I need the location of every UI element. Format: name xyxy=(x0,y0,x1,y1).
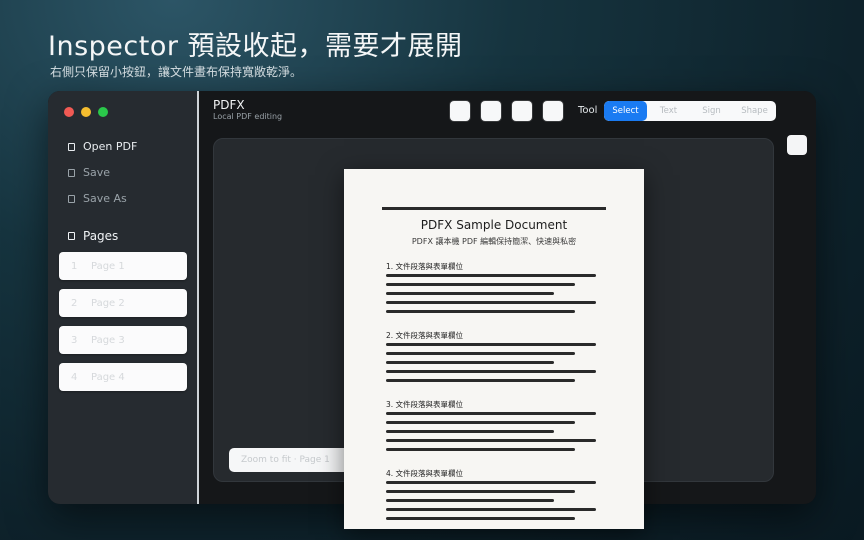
tool-label: Tool xyxy=(578,105,598,116)
tool-mode-select[interactable]: Select xyxy=(604,101,647,121)
pdf-page[interactable]: PDFX Sample Document PDFX 讓本機 PDF 編輯保持簡潔… xyxy=(344,169,644,529)
text-line xyxy=(386,352,575,355)
pages-icon xyxy=(68,232,75,240)
tool-mode-picker: Select Text Sign Shape xyxy=(604,101,776,121)
document-icon xyxy=(68,142,75,151)
undo-button[interactable] xyxy=(450,101,470,121)
text-line xyxy=(386,490,575,493)
page-label: Page 4 xyxy=(91,371,125,383)
subheadline: 右側只保留小按鈕，讓文件畫布保持寬敞乾淨。 xyxy=(50,65,303,79)
document-subtitle: PDFX 讓本機 PDF 編輯保持簡潔、快速與私密 xyxy=(411,237,577,246)
page-number: 3 xyxy=(71,334,78,346)
tool-mode-text[interactable]: Text xyxy=(647,101,690,121)
document-title: PDFX Sample Document xyxy=(420,218,568,232)
sidebar: Open PDF Save Save As Pages 1 Page 1 2 P… xyxy=(48,91,197,504)
page-number: 2 xyxy=(71,297,78,309)
sidebar-item-label: Open PDF xyxy=(83,140,138,153)
page-number: 1 xyxy=(71,260,78,272)
sidebar-item-save-as[interactable]: Save As xyxy=(68,192,127,205)
page-thumbnail-4[interactable]: 4 Page 4 xyxy=(59,363,187,391)
section-heading: 1. 文件段落與表單欄位 xyxy=(386,262,464,271)
page-label: Page 1 xyxy=(91,260,125,272)
section-heading: 3. 文件段落與表單欄位 xyxy=(386,400,464,409)
page-number: 4 xyxy=(71,371,78,383)
app-subtitle: Local PDF editing xyxy=(213,112,283,121)
text-line xyxy=(386,430,554,433)
zoom-in-button[interactable] xyxy=(543,101,563,121)
sidebar-item-label: Save As xyxy=(83,192,127,205)
text-line xyxy=(386,481,596,484)
tool-mode-shape[interactable]: Shape xyxy=(733,101,776,121)
pages-header: Pages xyxy=(68,229,118,243)
text-line xyxy=(386,508,596,511)
text-line xyxy=(386,301,596,304)
page-label: Page 3 xyxy=(91,334,125,346)
section-heading: 4. 文件段落與表單欄位 xyxy=(386,469,464,478)
sidebar-item-open-pdf[interactable]: Open PDF xyxy=(68,140,137,153)
inspector-toggle-button[interactable] xyxy=(787,135,807,155)
text-line xyxy=(386,499,554,502)
text-line xyxy=(386,448,575,451)
sidebar-item-save[interactable]: Save xyxy=(68,166,110,179)
redo-button[interactable] xyxy=(481,101,501,121)
save-icon xyxy=(68,168,75,177)
text-line xyxy=(386,361,554,364)
text-line xyxy=(386,439,596,442)
app-title: PDFX xyxy=(213,98,245,112)
text-line xyxy=(386,292,554,295)
page-thumbnail-1[interactable]: 1 Page 1 xyxy=(59,252,187,280)
text-line xyxy=(386,274,596,277)
text-line xyxy=(386,343,596,346)
document-header-rule xyxy=(382,207,606,210)
page-thumbnail-2[interactable]: 2 Page 2 xyxy=(59,289,187,317)
text-line xyxy=(386,517,575,520)
text-line xyxy=(386,421,575,424)
text-line xyxy=(386,412,596,415)
minimize-window-button[interactable] xyxy=(81,107,91,117)
zoom-out-button[interactable] xyxy=(512,101,532,121)
sidebar-item-label: Save xyxy=(83,166,111,179)
tool-mode-sign[interactable]: Sign xyxy=(690,101,733,121)
zoom-window-button[interactable] xyxy=(98,107,108,117)
save-as-icon xyxy=(68,194,75,203)
text-line xyxy=(386,310,575,313)
section-heading: 2. 文件段落與表單欄位 xyxy=(386,331,464,340)
pages-title: Pages xyxy=(83,229,119,243)
page-thumbnail-3[interactable]: 3 Page 3 xyxy=(59,326,187,354)
text-line xyxy=(386,379,575,382)
headline: Inspector 預設收起，需要才展開 xyxy=(48,31,463,62)
text-line xyxy=(386,283,575,286)
close-window-button[interactable] xyxy=(64,107,74,117)
text-line xyxy=(386,370,596,373)
page-label: Page 2 xyxy=(91,297,125,309)
